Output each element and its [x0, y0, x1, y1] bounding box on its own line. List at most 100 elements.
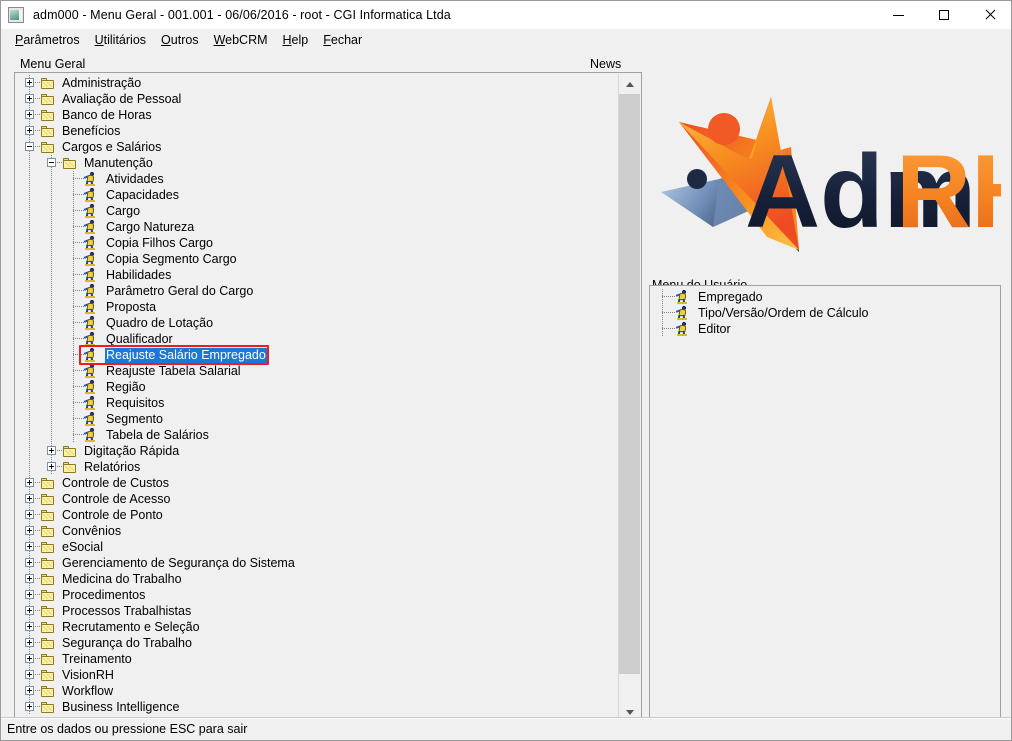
tree-leaf-node[interactable]: Requisitos — [15, 395, 619, 411]
user-menu-item[interactable]: Tipo/Versão/Ordem de Cálculo — [650, 305, 1000, 321]
folder-icon — [40, 77, 56, 90]
tree-expand-icon[interactable] — [25, 126, 34, 135]
minimize-icon — [892, 14, 904, 16]
tree-expand-icon[interactable] — [25, 558, 34, 567]
tree-folder-node[interactable]: Workflow — [15, 683, 619, 699]
tree-elbow-line — [73, 242, 84, 243]
tree-expand-icon[interactable] — [25, 654, 34, 663]
tree-node-label: Qualificador — [106, 331, 173, 346]
tree-leaf-node[interactable]: Cargo — [15, 203, 619, 219]
tree-expand-icon[interactable] — [25, 494, 34, 503]
tree-guide-line — [51, 315, 52, 331]
tree-expand-icon[interactable] — [25, 670, 34, 679]
tree-expand-icon[interactable] — [25, 638, 34, 647]
tree-folder-node[interactable]: Processos Trabalhistas — [15, 603, 619, 619]
tree-folder-node[interactable]: Controle de Acesso — [15, 491, 619, 507]
tree-folder-node[interactable]: Banco de Horas — [15, 107, 619, 123]
folder-icon — [40, 605, 56, 618]
tree-folder-node[interactable]: Gerenciamento de Segurança do Sistema — [15, 555, 619, 571]
tree-folder-node[interactable]: Benefícios — [15, 123, 619, 139]
tree-leaf-node[interactable]: Tabela de Salários — [15, 427, 619, 443]
minimize-button[interactable] — [875, 1, 921, 29]
tree-expand-icon[interactable] — [25, 510, 34, 519]
person-icon — [83, 204, 97, 219]
tree-collapse-icon[interactable] — [47, 158, 56, 167]
menu-item-fechar[interactable]: Fechar — [316, 31, 370, 49]
tree-folder-node[interactable]: VisionRH — [15, 667, 619, 683]
user-menu-item[interactable]: Editor — [650, 321, 1000, 337]
tree-leaf-node[interactable]: Região — [15, 379, 619, 395]
tree-leaf-node[interactable]: Parâmetro Geral do Cargo — [15, 283, 619, 299]
menu-item-help[interactable]: Help — [276, 31, 317, 49]
tree-expand-icon[interactable] — [25, 78, 34, 87]
tree-expand-icon[interactable] — [25, 622, 34, 631]
tree-expand-icon[interactable] — [25, 702, 34, 711]
tree-leaf-node[interactable]: Copia Segmento Cargo — [15, 251, 619, 267]
tree-expand-icon[interactable] — [25, 686, 34, 695]
tree-expand-icon[interactable] — [25, 478, 34, 487]
tree-folder-node[interactable]: Medicina do Trabalho — [15, 571, 619, 587]
menu-item-parametros[interactable]: Parâmetros — [8, 31, 88, 49]
tree-expand-icon[interactable] — [25, 542, 34, 551]
tree-leaf-node[interactable]: Proposta — [15, 299, 619, 315]
tree-elbow-line — [73, 274, 84, 275]
tree-expand-icon[interactable] — [25, 94, 34, 103]
tree-leaf-node[interactable]: Reajuste Salário Empregado — [15, 347, 619, 363]
tree-guide-line — [73, 187, 74, 203]
tree-folder-node[interactable]: Cargos e Salários — [15, 139, 619, 155]
tree-leaf-node[interactable]: Capacidades — [15, 187, 619, 203]
tree-expand-icon[interactable] — [25, 110, 34, 119]
client-area: Menu Geral News Administração Avaliação d… — [1, 51, 1011, 723]
tree-leaf-node[interactable]: Segmento — [15, 411, 619, 427]
tree-folder-node[interactable]: Convênios — [15, 523, 619, 539]
menu-item-utilitarios[interactable]: Utilitários — [88, 31, 154, 49]
tree-guide-line — [29, 155, 30, 171]
tree-node-label: Requisitos — [106, 395, 165, 410]
tree-leaf-node[interactable]: Reajuste Tabela Salarial — [15, 363, 619, 379]
tree-folder-node[interactable]: Relatórios — [15, 459, 619, 475]
tree-leaf-node[interactable]: Atividades — [15, 171, 619, 187]
scrollbar-thumb[interactable] — [619, 94, 640, 674]
close-button[interactable] — [967, 1, 1011, 29]
tree-guide-line — [73, 251, 74, 267]
tree-expand-icon[interactable] — [47, 462, 56, 471]
tree-expand-icon[interactable] — [47, 446, 56, 455]
tree-collapse-icon[interactable] — [25, 142, 34, 151]
tree-node-label: Região — [106, 379, 146, 394]
tree-leaf-node[interactable]: Habilidades — [15, 267, 619, 283]
tree-folder-node[interactable]: Segurança do Trabalho — [15, 635, 619, 651]
tree-leaf-node[interactable]: Quadro de Lotação — [15, 315, 619, 331]
menu-item-outros[interactable]: Outros — [154, 31, 207, 49]
tree-vertical-scrollbar[interactable] — [618, 74, 640, 722]
tree-node-label: Segurança do Trabalho — [62, 635, 192, 650]
tree-folder-node[interactable]: eSocial — [15, 539, 619, 555]
tree-leaf-node[interactable]: Copia Filhos Cargo — [15, 235, 619, 251]
tree-folder-node[interactable]: Controle de Custos — [15, 475, 619, 491]
user-menu-item[interactable]: Empregado — [650, 289, 1000, 305]
tree-folder-node[interactable]: Digitação Rápida — [15, 443, 619, 459]
maximize-button[interactable] — [921, 1, 967, 29]
scroll-up-button[interactable] — [619, 74, 640, 94]
tree-folder-node[interactable]: Manutenção — [15, 155, 619, 171]
tree-folder-node[interactable]: Procedimentos — [15, 587, 619, 603]
menu-usuario-panel[interactable]: Empregado Tipo/Versão/Ordem de Cálculo Edi… — [649, 285, 1001, 723]
tree-node-label: Cargos e Salários — [62, 139, 162, 154]
tree-expand-icon[interactable] — [25, 590, 34, 599]
application-window: adm000 - Menu Geral - 001.001 - 06/06/20… — [0, 0, 1012, 741]
tree-view[interactable]: Administração Avaliação de Pessoal Banco d… — [15, 73, 619, 722]
tree-folder-node[interactable]: Recrutamento e Seleção — [15, 619, 619, 635]
tree-expand-icon[interactable] — [25, 526, 34, 535]
tree-folder-node[interactable]: Administração — [15, 75, 619, 91]
tree-leaf-node[interactable]: Cargo Natureza — [15, 219, 619, 235]
tree-folder-node[interactable]: Business Intelligence — [15, 699, 619, 715]
tree-guide-line — [51, 283, 52, 299]
tree-folder-node[interactable]: Treinamento — [15, 651, 619, 667]
tree-folder-node[interactable]: Avaliação de Pessoal — [15, 91, 619, 107]
tree-expand-icon[interactable] — [25, 574, 34, 583]
admrh-logo: Adm RH — [649, 87, 1011, 252]
tree-expand-icon[interactable] — [25, 606, 34, 615]
tree-node-label: Reajuste Salário Empregado — [105, 347, 267, 363]
tree-folder-node[interactable]: Controle de Ponto — [15, 507, 619, 523]
menu-item-webcrm[interactable]: WebCRM — [207, 31, 276, 49]
tree-leaf-node[interactable]: Qualificador — [15, 331, 619, 347]
